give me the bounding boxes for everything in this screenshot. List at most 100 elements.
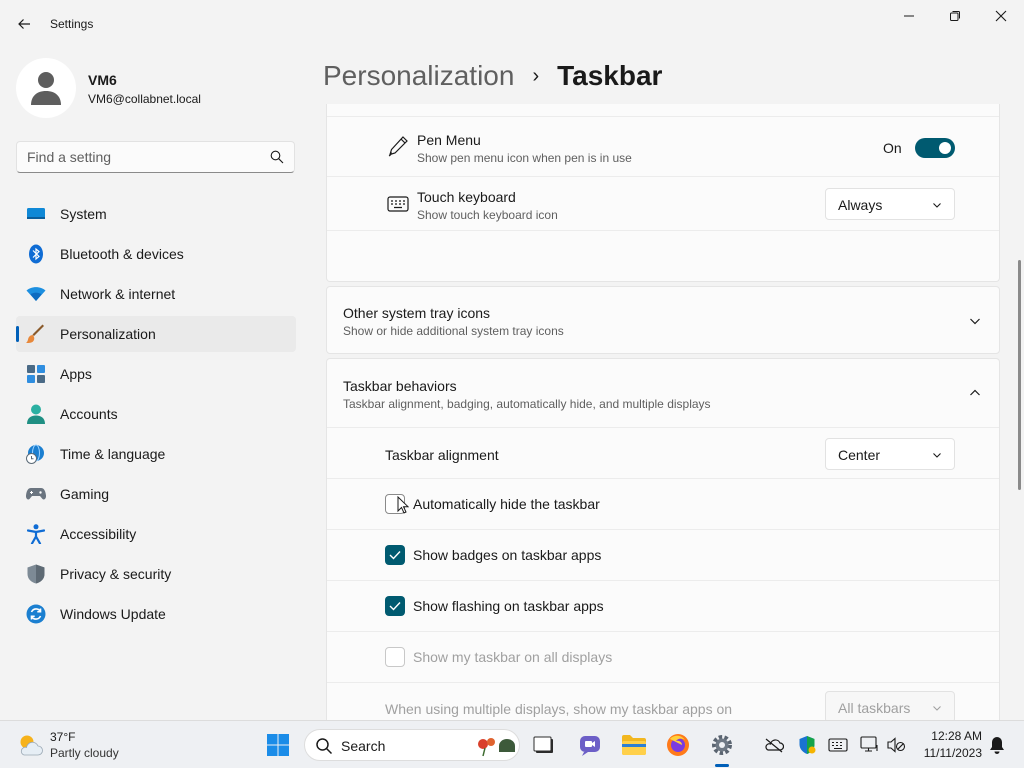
shield-icon	[26, 564, 46, 584]
pen-menu-title: Pen Menu	[417, 132, 481, 148]
badges-checkbox[interactable]	[385, 545, 405, 565]
flashing-label: Show flashing on taskbar apps	[413, 598, 604, 614]
touch-keyboard-dropdown[interactable]: Always	[825, 188, 955, 220]
main-scrollbar[interactable]	[1018, 260, 1021, 490]
taskbar-search-label: Search	[341, 738, 386, 754]
chevron-down-icon	[933, 706, 941, 711]
sidebar-item-personalization[interactable]: Personalization	[16, 316, 296, 352]
sidebar-item-windows-update[interactable]: Windows Update	[16, 596, 296, 632]
sidebar-item-label: Accounts	[60, 406, 118, 422]
sidebar-item-time-language[interactable]: Time & language	[16, 436, 296, 472]
partly-cloudy-icon	[20, 735, 43, 756]
badges-label: Show badges on taskbar apps	[413, 547, 602, 563]
bell-icon	[990, 737, 1004, 754]
search-highlight-icon	[478, 738, 515, 757]
back-button[interactable]	[10, 10, 38, 38]
maximize-button[interactable]	[932, 0, 978, 32]
sidebar-item-bluetooth[interactable]: Bluetooth & devices	[16, 236, 296, 272]
checkmark-icon	[389, 551, 401, 560]
other-tray-icons-expander[interactable]: Other system tray icons Show or hide add…	[326, 286, 1000, 354]
task-view-button[interactable]	[530, 731, 558, 759]
taskbar-corner-icons-panel: Pen Menu Show pen menu icon when pen is …	[326, 104, 1000, 282]
settings-app-button[interactable]	[708, 731, 736, 759]
weather-temperature: 37°F	[50, 730, 76, 744]
sidebar-item-gaming[interactable]: Gaming	[16, 476, 296, 512]
sidebar-item-accessibility[interactable]: Accessibility	[16, 516, 296, 552]
ethernet-icon	[860, 736, 878, 752]
chat-icon	[580, 736, 600, 756]
search-input[interactable]	[27, 142, 267, 172]
bluetooth-icon	[26, 244, 46, 264]
file-explorer-button[interactable]	[620, 731, 648, 759]
dropdown-value: Always	[838, 197, 883, 213]
firefox-button[interactable]	[664, 731, 692, 759]
auto-hide-row: Automatically hide the taskbar	[327, 478, 999, 529]
clock-time[interactable]: 12:28 AM	[920, 729, 982, 743]
sidebar-item-apps[interactable]: Apps	[16, 356, 296, 392]
network-tray[interactable]	[860, 735, 880, 755]
notifications-button[interactable]	[987, 735, 1007, 755]
sidebar-item-system[interactable]: System	[16, 196, 296, 232]
breadcrumb-parent[interactable]: Personalization	[323, 60, 514, 92]
breadcrumb: Personalization › Taskbar	[323, 58, 662, 94]
defender-tray[interactable]	[797, 735, 817, 755]
touch-keyboard-tray[interactable]	[828, 735, 848, 755]
title-bar: Settings	[0, 0, 1024, 48]
sidebar-item-label: Privacy & security	[60, 566, 172, 582]
clock-date[interactable]: 11/11/2023	[910, 746, 982, 760]
close-icon	[995, 10, 1007, 22]
breadcrumb-separator: ›	[532, 64, 540, 87]
sidebar-item-network[interactable]: Network & internet	[16, 276, 296, 312]
back-arrow-icon	[18, 19, 30, 29]
multi-display-label: When using multiple displays, show my ta…	[385, 701, 733, 717]
pen-menu-subtitle: Show pen menu icon when pen is in use	[417, 151, 632, 165]
close-button[interactable]	[978, 0, 1024, 32]
sidebar-item-label: Apps	[60, 366, 92, 382]
accessibility-icon	[26, 524, 46, 544]
multi-display-dropdown[interactable]: All taskbars	[825, 691, 955, 723]
sidebar-item-label: Windows Update	[60, 606, 166, 622]
onedrive-tray[interactable]	[764, 735, 784, 755]
chevron-down-icon	[933, 203, 941, 208]
sidebar-item-label: Personalization	[60, 326, 156, 342]
search-icon	[316, 738, 333, 755]
sidebar-item-privacy[interactable]: Privacy & security	[16, 556, 296, 592]
gamepad-icon	[26, 484, 46, 504]
volume-tray[interactable]	[886, 735, 906, 755]
windows-logo-icon	[267, 734, 289, 756]
taskbar-search[interactable]: Search	[304, 729, 520, 761]
taskbar-behaviors-header[interactable]: Taskbar behaviors Taskbar alignment, bad…	[327, 359, 999, 427]
profile-name: VM6	[88, 72, 117, 88]
start-button[interactable]	[264, 731, 292, 759]
behaviors-title: Taskbar behaviors	[343, 378, 457, 394]
badges-row: Show badges on taskbar apps	[327, 529, 999, 580]
touch-keyboard-row: Touch keyboard Show touch keyboard icon …	[327, 176, 999, 230]
chevron-up-icon[interactable]	[969, 388, 981, 398]
pen-icon	[388, 136, 408, 157]
other-tray-subtitle: Show or hide additional system tray icon…	[343, 324, 564, 338]
search-icon[interactable]	[270, 150, 284, 164]
page-title: Taskbar	[557, 60, 663, 91]
settings-search	[16, 141, 295, 173]
panel-spacer	[327, 230, 999, 280]
person-icon	[31, 72, 61, 105]
folder-icon	[622, 735, 646, 755]
pen-menu-toggle-state: On	[883, 140, 902, 156]
behaviors-subtitle: Taskbar alignment, badging, automaticall…	[343, 397, 711, 411]
sidebar-item-accounts[interactable]: Accounts	[16, 396, 296, 432]
account-icon	[26, 404, 46, 424]
chevron-down-icon[interactable]	[969, 316, 981, 326]
teams-chat-button[interactable]	[576, 731, 604, 759]
all-displays-checkbox[interactable]	[385, 647, 405, 667]
dropdown-value: All taskbars	[838, 700, 911, 716]
taskbar-alignment-dropdown[interactable]: Center	[825, 438, 955, 470]
minimize-button[interactable]	[886, 0, 932, 32]
avatar	[16, 58, 76, 118]
sidebar-item-label: Gaming	[60, 486, 110, 502]
windows-taskbar: 37°F Partly cloudy Search 12:28 AM 11/11…	[0, 720, 1024, 768]
user-profile[interactable]: VM6 VM6@collabnet.local	[16, 56, 296, 120]
flashing-checkbox[interactable]	[385, 596, 405, 616]
pen-menu-toggle[interactable]	[915, 138, 955, 158]
dropdown-value: Center	[838, 447, 881, 463]
touch-keyboard-subtitle: Show touch keyboard icon	[417, 208, 558, 222]
